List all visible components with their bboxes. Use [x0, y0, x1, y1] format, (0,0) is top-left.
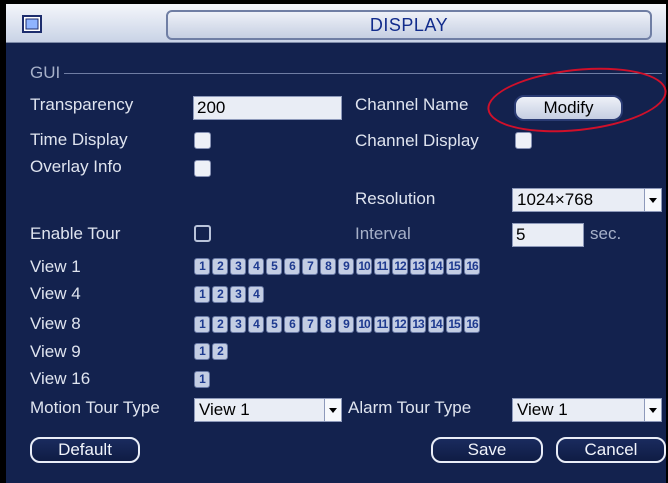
window-icon [22, 15, 42, 33]
resolution-label: Resolution [355, 189, 436, 208]
channel-chip[interactable]: 5 [266, 258, 282, 275]
channel-chip[interactable]: 6 [284, 316, 300, 333]
channel-chip[interactable]: 13 [410, 258, 426, 275]
enable-tour-label: Enable Tour [30, 224, 121, 243]
default-button[interactable]: Default [30, 437, 140, 463]
view-1-label: View 1 [30, 257, 81, 276]
channel-chip[interactable]: 15 [446, 316, 462, 333]
channel-chip[interactable]: 5 [266, 316, 282, 333]
view-16-label: View 16 [30, 369, 91, 388]
cancel-button[interactable]: Cancel [556, 437, 666, 463]
channel-chip[interactable]: 14 [428, 258, 444, 275]
channel-chip[interactable]: 8 [320, 316, 336, 333]
view-4-label: View 4 [30, 284, 81, 303]
channel-name-label: Channel Name [355, 95, 469, 114]
alarm-tour-type-label: Alarm Tour Type [348, 398, 472, 417]
channel-display-label: Channel Display [355, 131, 479, 150]
overlay-info-checkbox[interactable] [194, 160, 211, 177]
channel-chip[interactable]: 16 [464, 258, 480, 275]
dropdown-arrow-icon[interactable] [324, 399, 341, 421]
title-bar: DISPLAY [6, 4, 666, 43]
channel-chip[interactable]: 15 [446, 258, 462, 275]
channel-chip[interactable]: 10 [356, 258, 372, 275]
view-9-channels: 12 [194, 343, 228, 361]
channel-chip[interactable]: 1 [194, 343, 210, 360]
transparency-input[interactable]: 200 [193, 96, 342, 120]
motion-tour-type-value: View 1 [199, 400, 250, 419]
resolution-select[interactable]: 1024×768 [512, 188, 662, 212]
display-window: DISPLAY GUI Transparency 200 Channel Nam… [0, 0, 668, 483]
channel-chip[interactable]: 4 [248, 258, 264, 275]
channel-chip[interactable]: 2 [212, 258, 228, 275]
interval-input[interactable]: 5 [512, 223, 584, 247]
channel-chip[interactable]: 10 [356, 316, 372, 333]
view-9-label: View 9 [30, 342, 81, 361]
channel-chip[interactable]: 11 [374, 258, 390, 275]
channel-chip[interactable]: 1 [194, 316, 210, 333]
view-8-label: View 8 [30, 314, 81, 333]
view-16-channels: 1 [194, 371, 210, 389]
time-display-label: Time Display [30, 130, 128, 149]
channel-chip[interactable]: 16 [464, 316, 480, 333]
dropdown-arrow-icon[interactable] [644, 189, 661, 211]
channel-chip[interactable]: 14 [428, 316, 444, 333]
motion-tour-type-select[interactable]: View 1 [194, 398, 342, 422]
channel-chip[interactable]: 4 [248, 316, 264, 333]
gui-section-label: GUI [30, 63, 61, 82]
view-8-channels: 1 2 3 4 5 6 7 8 9 10 11 12 13 14 15 16 [194, 316, 480, 334]
view-1-channels: 1 2 3 4 5 6 7 8 9 10 11 12 13 14 15 16 [194, 258, 480, 276]
channel-chip[interactable]: 9 [338, 316, 354, 333]
channel-chip[interactable]: 13 [410, 316, 426, 333]
channel-chip[interactable]: 9 [338, 258, 354, 275]
interval-label: Interval [355, 224, 411, 243]
channel-chip[interactable]: 2 [212, 316, 228, 333]
channel-chip[interactable]: 3 [230, 258, 246, 275]
alarm-tour-type-select[interactable]: View 1 [512, 398, 662, 422]
channel-chip[interactable]: 8 [320, 258, 336, 275]
enable-tour-checkbox[interactable] [194, 225, 211, 242]
channel-chip[interactable]: 7 [302, 258, 318, 275]
channel-chip[interactable]: 1 [194, 371, 210, 388]
channel-chip[interactable]: 1 [194, 286, 210, 303]
channel-display-checkbox[interactable] [515, 132, 532, 149]
resolution-value: 1024×768 [517, 190, 594, 209]
channel-chip[interactable]: 3 [230, 316, 246, 333]
channel-chip[interactable]: 12 [392, 258, 408, 275]
channel-chip[interactable]: 2 [212, 343, 228, 360]
channel-chip[interactable]: 7 [302, 316, 318, 333]
save-button[interactable]: Save [431, 437, 543, 463]
channel-chip[interactable]: 3 [230, 286, 246, 303]
motion-tour-type-label: Motion Tour Type [30, 398, 160, 417]
channel-chip[interactable]: 12 [392, 316, 408, 333]
overlay-info-label: Overlay Info [30, 157, 122, 176]
channel-chip[interactable]: 11 [374, 316, 390, 333]
channel-chip[interactable]: 6 [284, 258, 300, 275]
time-display-checkbox[interactable] [194, 132, 211, 149]
transparency-label: Transparency [30, 95, 134, 114]
channel-chip[interactable]: 2 [212, 286, 228, 303]
dropdown-arrow-icon[interactable] [644, 399, 661, 421]
channel-chip[interactable]: 4 [248, 286, 264, 303]
alarm-tour-type-value: View 1 [517, 400, 568, 419]
view-4-channels: 1234 [194, 286, 264, 304]
window-title: DISPLAY [166, 10, 652, 40]
interval-unit-label: sec. [590, 224, 622, 243]
channel-chip[interactable]: 1 [194, 258, 210, 275]
